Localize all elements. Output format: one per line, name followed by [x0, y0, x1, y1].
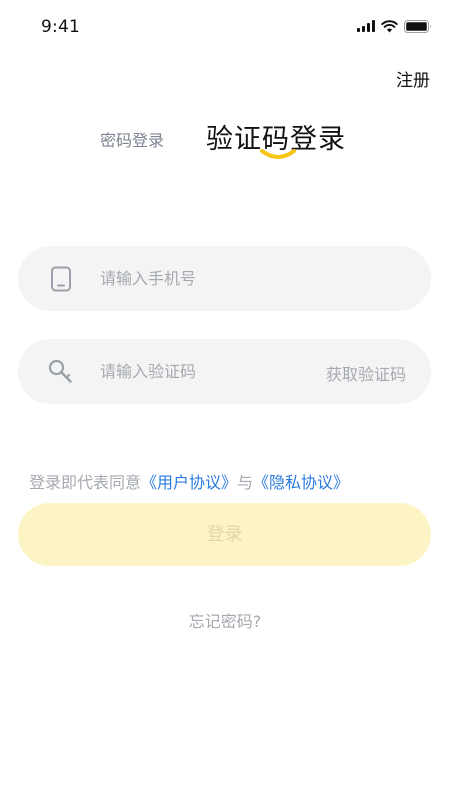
- privacy-policy-link[interactable]: 《隐私协议》: [253, 473, 349, 492]
- key-icon: [48, 359, 74, 385]
- signal-icon: [357, 20, 375, 32]
- tab-password-login[interactable]: 密码登录: [100, 127, 164, 151]
- code-input[interactable]: [100, 339, 320, 404]
- status-bar: 9:41: [0, 0, 450, 54]
- phone-input[interactable]: [100, 246, 320, 311]
- code-input-row: 获取验证码: [18, 339, 431, 404]
- phone-input-row: [18, 246, 431, 311]
- agreement-connector: 与: [237, 473, 254, 492]
- phone-icon: [48, 266, 74, 292]
- get-code-button[interactable]: 获取验证码: [326, 361, 406, 385]
- agreement-prefix: 登录即代表同意: [29, 473, 142, 492]
- status-icons: [357, 18, 432, 34]
- wifi-icon: [381, 19, 398, 33]
- forgot-password-link[interactable]: 忘记密码?: [0, 608, 450, 632]
- battery-icon: [404, 19, 432, 33]
- login-button[interactable]: 登录: [18, 503, 431, 566]
- tab-active-indicator: [260, 149, 296, 159]
- agreement-text: 登录即代表同意《用户协议》与《隐私协议》: [29, 469, 349, 493]
- user-agreement-link[interactable]: 《用户协议》: [141, 473, 237, 492]
- status-time: 9:41: [41, 17, 80, 37]
- register-link[interactable]: 注册: [396, 66, 430, 91]
